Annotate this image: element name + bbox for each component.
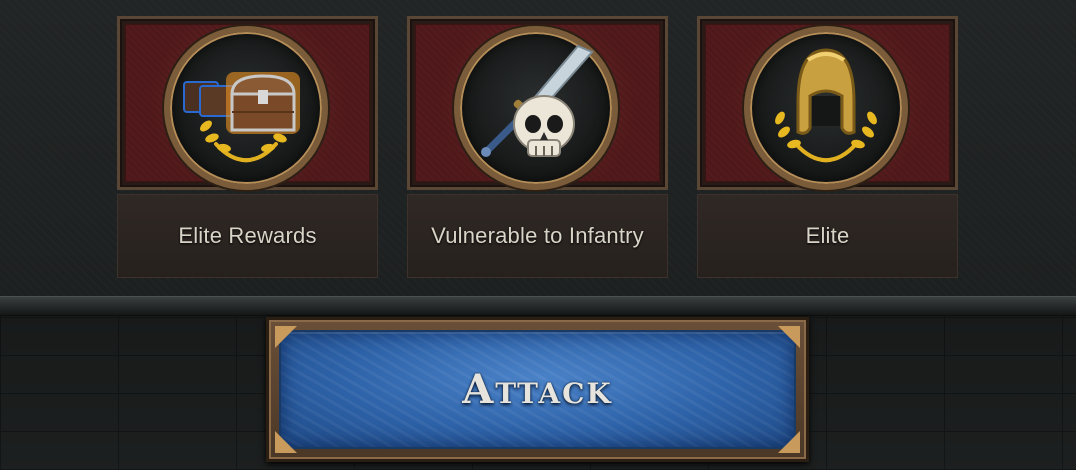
panel-divider xyxy=(0,296,1076,317)
trait-label: Elite Rewards xyxy=(178,223,317,248)
trait-card-vulnerable-to-infantry[interactable]: Vulnerable to Infantry xyxy=(407,16,668,278)
attack-button-frame: Attack xyxy=(266,317,809,462)
attack-button-label: Attack xyxy=(462,366,613,413)
trait-label-box: Elite Rewards xyxy=(117,194,378,278)
trait-card-elite-rewards[interactable]: Elite Rewards xyxy=(117,16,378,278)
frame-corner-ornament xyxy=(778,431,800,453)
skull-sword-icon xyxy=(454,26,618,190)
trait-label: Elite xyxy=(805,223,850,248)
battle-info-screen: Elite Rewards Vulnerable to Infantry Eli… xyxy=(0,0,1076,470)
trait-card-elite[interactable]: Elite xyxy=(697,16,958,278)
attack-button[interactable]: Attack xyxy=(279,330,796,449)
frame-corner-ornament xyxy=(275,326,297,348)
golden-helmet-icon xyxy=(744,26,908,190)
trait-label-box: Elite xyxy=(697,194,958,278)
frame-corner-ornament xyxy=(275,431,297,453)
trait-label: Vulnerable to Infantry xyxy=(431,223,644,248)
frame-corner-ornament xyxy=(778,326,800,348)
treasure-chest-icon xyxy=(164,26,328,190)
trait-label-box: Vulnerable to Infantry xyxy=(407,194,668,278)
